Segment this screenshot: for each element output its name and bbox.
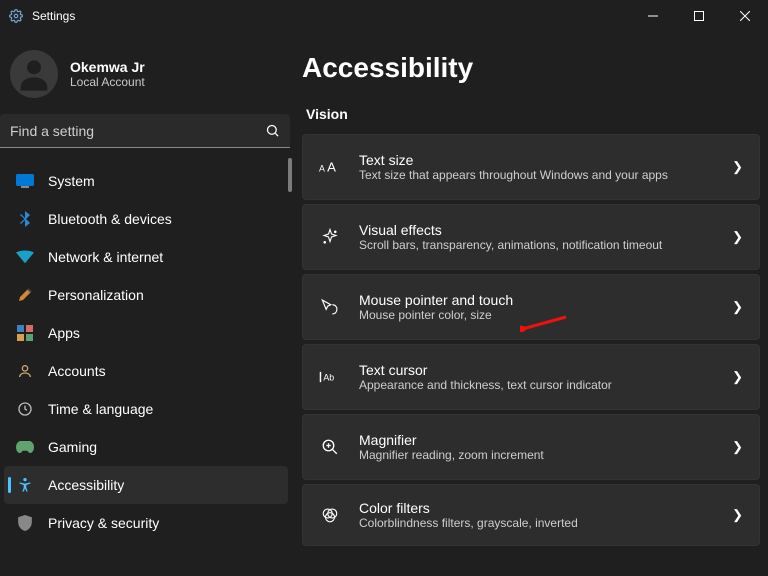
card-subtitle: Scroll bars, transparency, animations, n… (359, 238, 714, 252)
nav-label: Accounts (48, 363, 106, 379)
user-name: Okemwa Jr (70, 59, 145, 75)
sidebar: Okemwa Jr Local Account System Bluetooth… (0, 32, 292, 576)
section-header: Vision (306, 106, 760, 122)
wifi-icon (16, 248, 34, 266)
page-title: Accessibility (302, 52, 760, 84)
user-account-type: Local Account (70, 75, 145, 89)
card-list: AA Text sizeText size that appears throu… (302, 134, 760, 546)
settings-app-icon (8, 8, 24, 24)
card-subtitle: Appearance and thickness, text cursor in… (359, 378, 714, 392)
card-subtitle: Mouse pointer color, size (359, 308, 714, 322)
text-size-icon: AA (319, 158, 341, 176)
color-filters-icon (319, 506, 341, 524)
sparkle-icon (319, 228, 341, 246)
card-mouse-pointer[interactable]: Mouse pointer and touchMouse pointer col… (302, 274, 760, 340)
user-profile[interactable]: Okemwa Jr Local Account (0, 44, 292, 114)
maximize-button[interactable] (676, 0, 722, 32)
card-subtitle: Magnifier reading, zoom increment (359, 448, 714, 462)
window-controls (630, 0, 768, 32)
card-text-size[interactable]: AA Text sizeText size that appears throu… (302, 134, 760, 200)
card-title: Visual effects (359, 222, 714, 238)
gaming-icon (16, 438, 34, 456)
bluetooth-icon (16, 210, 34, 228)
nav-label: Privacy & security (48, 515, 159, 531)
svg-text:Ab: Ab (323, 373, 334, 383)
chevron-right-icon: ❯ (732, 159, 743, 175)
magnifier-icon (319, 438, 341, 456)
nav-label: Bluetooth & devices (48, 211, 172, 227)
nav-item-gaming[interactable]: Gaming (4, 428, 288, 466)
chevron-right-icon: ❯ (732, 369, 743, 385)
svg-text:A: A (327, 159, 336, 174)
nav-label: Network & internet (48, 249, 163, 265)
system-icon (16, 172, 34, 190)
nav-label: System (48, 173, 95, 189)
nav-label: Accessibility (48, 477, 124, 493)
nav-label: Time & language (48, 401, 153, 417)
nav-item-system[interactable]: System (4, 162, 288, 200)
time-icon (16, 400, 34, 418)
card-visual-effects[interactable]: Visual effectsScroll bars, transparency,… (302, 204, 760, 270)
chevron-right-icon: ❯ (732, 507, 743, 523)
chevron-right-icon: ❯ (732, 229, 743, 245)
main: Accessibility Vision AA Text sizeText si… (292, 32, 768, 576)
nav-item-personalization[interactable]: Personalization (4, 276, 288, 314)
privacy-icon (16, 514, 34, 532)
accounts-icon (16, 362, 34, 380)
chevron-right-icon: ❯ (732, 299, 743, 315)
apps-icon (16, 324, 34, 342)
nav-label: Gaming (48, 439, 97, 455)
card-title: Color filters (359, 500, 714, 516)
text-cursor-icon: Ab (319, 369, 341, 385)
chevron-right-icon: ❯ (732, 439, 743, 455)
card-title: Text size (359, 152, 714, 168)
search-input[interactable] (10, 123, 265, 139)
card-title: Magnifier (359, 432, 714, 448)
svg-text:A: A (319, 163, 325, 173)
search-icon (265, 123, 280, 138)
card-text-cursor[interactable]: Ab Text cursorAppearance and thickness, … (302, 344, 760, 410)
close-button[interactable] (722, 0, 768, 32)
search-box[interactable] (0, 114, 290, 148)
card-subtitle: Text size that appears throughout Window… (359, 168, 714, 182)
nav-label: Apps (48, 325, 80, 341)
card-color-filters[interactable]: Color filtersColorblindness filters, gra… (302, 484, 760, 546)
brush-icon (16, 286, 34, 304)
scrollbar-thumb[interactable] (288, 158, 292, 192)
accessibility-icon (16, 476, 34, 494)
nav-item-time[interactable]: Time & language (4, 390, 288, 428)
card-title: Mouse pointer and touch (359, 292, 714, 308)
window-title: Settings (32, 9, 75, 23)
nav-item-network[interactable]: Network & internet (4, 238, 288, 276)
avatar (10, 50, 58, 98)
minimize-button[interactable] (630, 0, 676, 32)
card-title: Text cursor (359, 362, 714, 378)
card-magnifier[interactable]: MagnifierMagnifier reading, zoom increme… (302, 414, 760, 480)
nav-item-privacy[interactable]: Privacy & security (4, 504, 288, 542)
card-subtitle: Colorblindness filters, grayscale, inver… (359, 516, 714, 530)
pointer-icon (319, 298, 341, 316)
nav-item-apps[interactable]: Apps (4, 314, 288, 352)
nav-item-accessibility[interactable]: Accessibility (4, 466, 288, 504)
nav-item-accounts[interactable]: Accounts (4, 352, 288, 390)
nav-item-bluetooth[interactable]: Bluetooth & devices (4, 200, 288, 238)
nav: System Bluetooth & devices Network & int… (0, 158, 292, 542)
nav-label: Personalization (48, 287, 144, 303)
